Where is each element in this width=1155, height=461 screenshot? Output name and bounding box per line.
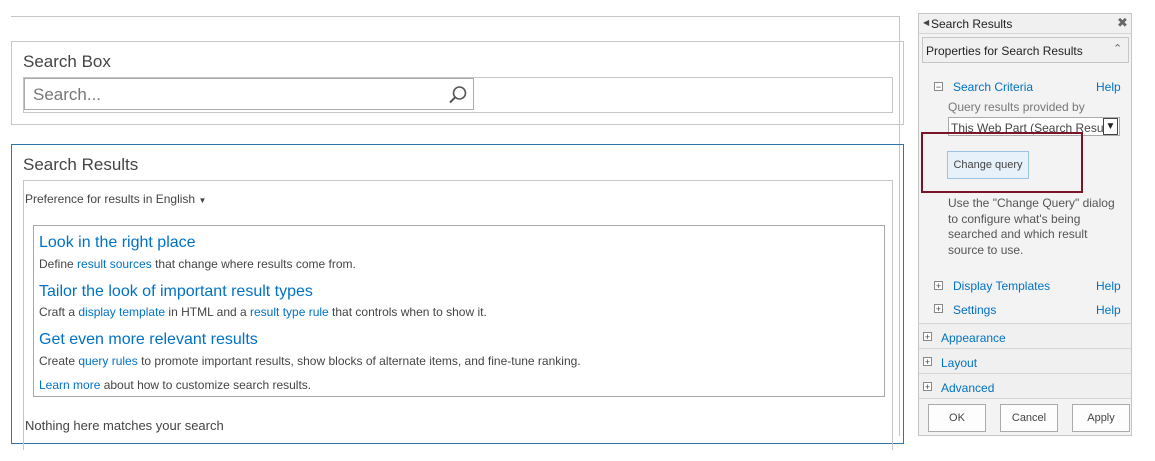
tip-text: Create: [39, 354, 79, 368]
tip-title-result-types[interactable]: Tailor the look of important result type…: [39, 283, 313, 301]
tip-desc-right-place: Define result sources that change where …: [39, 257, 356, 271]
search-placeholder: Search...: [33, 85, 102, 104]
preference-label: Preference for results in: [25, 192, 153, 206]
plus-expander-icon[interactable]: +: [934, 304, 943, 314]
tip-text: that change where results come from.: [151, 257, 356, 271]
search-results-webpart: Search Results Preference for results in…: [11, 144, 904, 450]
search-input[interactable]: Search...: [24, 78, 474, 110]
tip-text: to promote important results, show block…: [137, 354, 581, 368]
tips-box: Look in the right place Define result so…: [33, 225, 885, 397]
search-criteria-help-link[interactable]: Help: [1096, 80, 1121, 94]
properties-bar: Properties for Search Results ⌃: [922, 37, 1129, 63]
change-query-button[interactable]: Change query: [947, 151, 1029, 179]
dropdown-arrow-icon[interactable]: ▼: [1103, 118, 1118, 135]
tool-pane: ◀ Search Results ✖ Properties for Search…: [918, 13, 1132, 436]
display-templates-help-link[interactable]: Help: [1096, 279, 1121, 293]
preference-language[interactable]: English: [156, 192, 195, 206]
layout-label[interactable]: Layout: [941, 356, 977, 370]
tip-desc-result-types: Craft a display template in HTML and a r…: [39, 305, 487, 319]
plus-expander-icon[interactable]: +: [923, 332, 932, 342]
tool-pane-header: ◀ Search Results ✖: [919, 14, 1131, 34]
search-results-title: Search Results: [23, 155, 139, 174]
settings-help-link[interactable]: Help: [1096, 303, 1121, 317]
no-results-message: Nothing here matches your search: [25, 418, 224, 433]
search-criteria-label[interactable]: Search Criteria: [953, 80, 1033, 94]
search-box-title: Search Box: [23, 52, 111, 71]
cancel-button[interactable]: Cancel: [1000, 404, 1058, 432]
learn-more-link[interactable]: Learn more: [39, 378, 100, 392]
language-preference[interactable]: Preference for results in English ▼: [25, 192, 206, 206]
plus-expander-icon[interactable]: +: [923, 382, 932, 392]
result-type-rule-link[interactable]: result type rule: [250, 305, 329, 319]
section-appearance[interactable]: + Appearance: [919, 323, 1131, 348]
result-sources-link[interactable]: result sources: [77, 257, 152, 271]
tool-pane-title: Search Results: [931, 17, 1013, 31]
tip-text: Craft a: [39, 305, 79, 319]
display-templates-label[interactable]: Display Templates: [953, 279, 1050, 293]
display-template-link[interactable]: display template: [78, 305, 165, 319]
section-advanced[interactable]: + Advanced: [919, 373, 1131, 399]
collapse-arrow-icon[interactable]: ◀: [923, 18, 929, 27]
change-query-description: Use the "Change Query" dialog to configu…: [948, 196, 1115, 257]
tip-desc-relevant-results: Create query rules to promote important …: [39, 354, 581, 368]
tip-title-relevant-results[interactable]: Get even more relevant results: [39, 331, 258, 349]
minus-expander-icon[interactable]: −: [934, 82, 943, 92]
results-inner-frame: Preference for results in English ▼ Look…: [23, 180, 893, 450]
learn-more-text: about how to customize search results.: [100, 378, 312, 392]
close-icon[interactable]: ✖: [1117, 15, 1128, 31]
tip-text: that controls when to show it.: [328, 305, 487, 319]
section-layout[interactable]: + Layout: [919, 348, 1131, 373]
appearance-label[interactable]: Appearance: [941, 331, 1006, 345]
tip-text: in HTML and a: [165, 305, 251, 319]
double-chevron-up-icon[interactable]: ⌃: [1113, 42, 1122, 55]
query-rules-link[interactable]: query rules: [78, 354, 137, 368]
chevron-down-icon[interactable]: ▼: [198, 196, 206, 205]
query-results-label: Query results provided by: [948, 100, 1085, 114]
ok-button[interactable]: OK: [928, 404, 986, 432]
advanced-label[interactable]: Advanced: [941, 381, 994, 395]
learn-more-line: Learn more about how to customize search…: [39, 378, 311, 392]
tip-title-right-place[interactable]: Look in the right place: [39, 234, 196, 252]
search-box-webpart: Search Box Search...: [11, 41, 904, 125]
apply-button[interactable]: Apply: [1072, 404, 1130, 432]
plus-expander-icon[interactable]: +: [923, 357, 932, 367]
search-icon[interactable]: [448, 85, 468, 105]
plus-expander-icon[interactable]: +: [934, 281, 943, 291]
properties-label: Properties for Search Results: [926, 44, 1083, 58]
tip-text: Define: [39, 257, 78, 271]
settings-label[interactable]: Settings: [953, 303, 996, 317]
